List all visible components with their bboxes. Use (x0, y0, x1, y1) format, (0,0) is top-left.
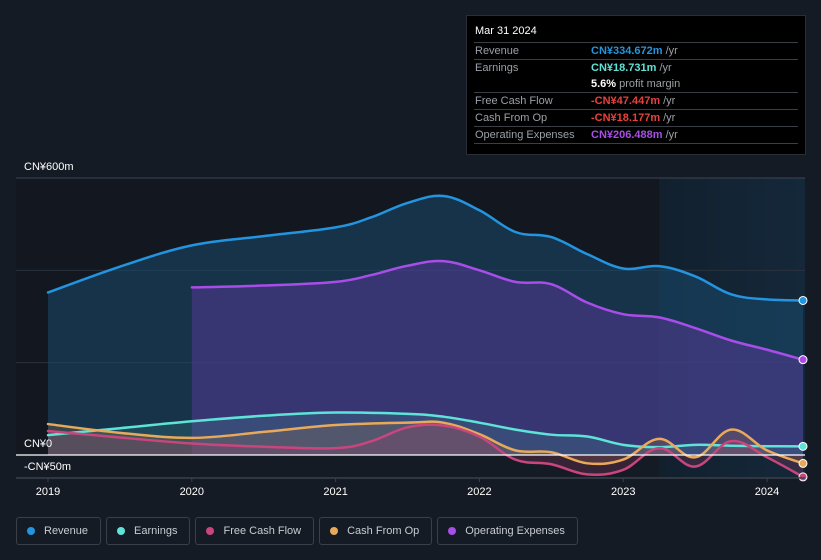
tooltip-value: CN¥206.488m (591, 129, 663, 141)
free-cash-flow-end-point (798, 472, 808, 482)
earnings-end-point (798, 441, 808, 451)
x-tick-label: 2024 (755, 486, 779, 498)
y-tick-label-zero: CN¥0 (24, 438, 52, 450)
x-tick-label: 2019 (36, 486, 60, 498)
tooltip-label: Revenue (475, 45, 520, 57)
tooltip-label (475, 76, 591, 92)
tooltip-row-opex: Operating Expenses CN¥206.488m /yr (474, 127, 798, 144)
x-tick-label: 2020 (180, 486, 204, 498)
legend-dot-icon (330, 527, 339, 535)
tooltip-value: -CN¥18.177m (591, 112, 661, 124)
legend-item-cash-from-op[interactable]: Cash From Op (319, 517, 433, 545)
tooltip-row-fcf: Free Cash Flow -CN¥47.447m /yr (474, 93, 798, 110)
legend-dot-icon (206, 527, 215, 535)
revenue-end-point (798, 295, 808, 305)
legend-label: Free Cash Flow (223, 525, 302, 537)
tooltip-label: Free Cash Flow (475, 95, 553, 107)
tooltip-row-margin: 5.6% profit margin (474, 76, 798, 93)
y-tick-label-top: CN¥600m (24, 161, 74, 173)
tooltip-unit: profit margin (619, 78, 681, 90)
tooltip-value: CN¥334.672m (591, 45, 663, 57)
tooltip-unit: /yr (659, 62, 672, 74)
tooltip-value: CN¥18.731m (591, 62, 657, 74)
legend-item-operating-expenses[interactable]: Operating Expenses (437, 517, 578, 545)
tooltip-label: Operating Expenses (475, 129, 575, 141)
tooltip-value: 5.6% (591, 78, 617, 90)
tooltip-unit: /yr (663, 95, 676, 107)
y-tick-label-bottom: -CN¥50m (24, 461, 71, 473)
tooltip-unit: /yr (665, 129, 678, 141)
tooltip-row-earnings: Earnings CN¥18.731m /yr (474, 60, 798, 76)
legend-item-free-cash-flow[interactable]: Free Cash Flow (195, 517, 315, 545)
operating-expenses-end-point (798, 355, 808, 365)
legend: Revenue Earnings Free Cash Flow Cash Fro… (16, 517, 578, 545)
x-tick-label: 2023 (611, 486, 635, 498)
legend-dot-icon (27, 527, 35, 535)
legend-item-earnings[interactable]: Earnings (106, 517, 191, 545)
tooltip-date: Mar 31 2024 (474, 23, 798, 43)
x-tick-label: 2021 (323, 486, 347, 498)
tooltip-label: Cash From Op (475, 112, 548, 124)
cash-from-op-end-point (798, 458, 808, 468)
legend-item-revenue[interactable]: Revenue (16, 517, 102, 545)
tooltip-value: -CN¥47.447m (591, 95, 661, 107)
x-tick-label: 2022 (467, 486, 491, 498)
tooltip-unit: /yr (665, 45, 678, 57)
tooltip-row-revenue: Revenue CN¥334.672m /yr (474, 43, 798, 60)
legend-label: Operating Expenses (465, 525, 565, 537)
tooltip-unit: /yr (663, 112, 676, 124)
tooltip-row-cfo: Cash From Op -CN¥18.177m /yr (474, 110, 798, 127)
legend-dot-icon (117, 527, 126, 535)
legend-dot-icon (448, 527, 457, 535)
legend-label: Revenue (44, 525, 89, 537)
tooltip-label: Earnings (475, 62, 519, 74)
legend-label: Cash From Op (347, 525, 420, 537)
tooltip-panel: Mar 31 2024 Revenue CN¥334.672m /yr Earn… (466, 15, 806, 155)
legend-label: Earnings (134, 525, 178, 537)
